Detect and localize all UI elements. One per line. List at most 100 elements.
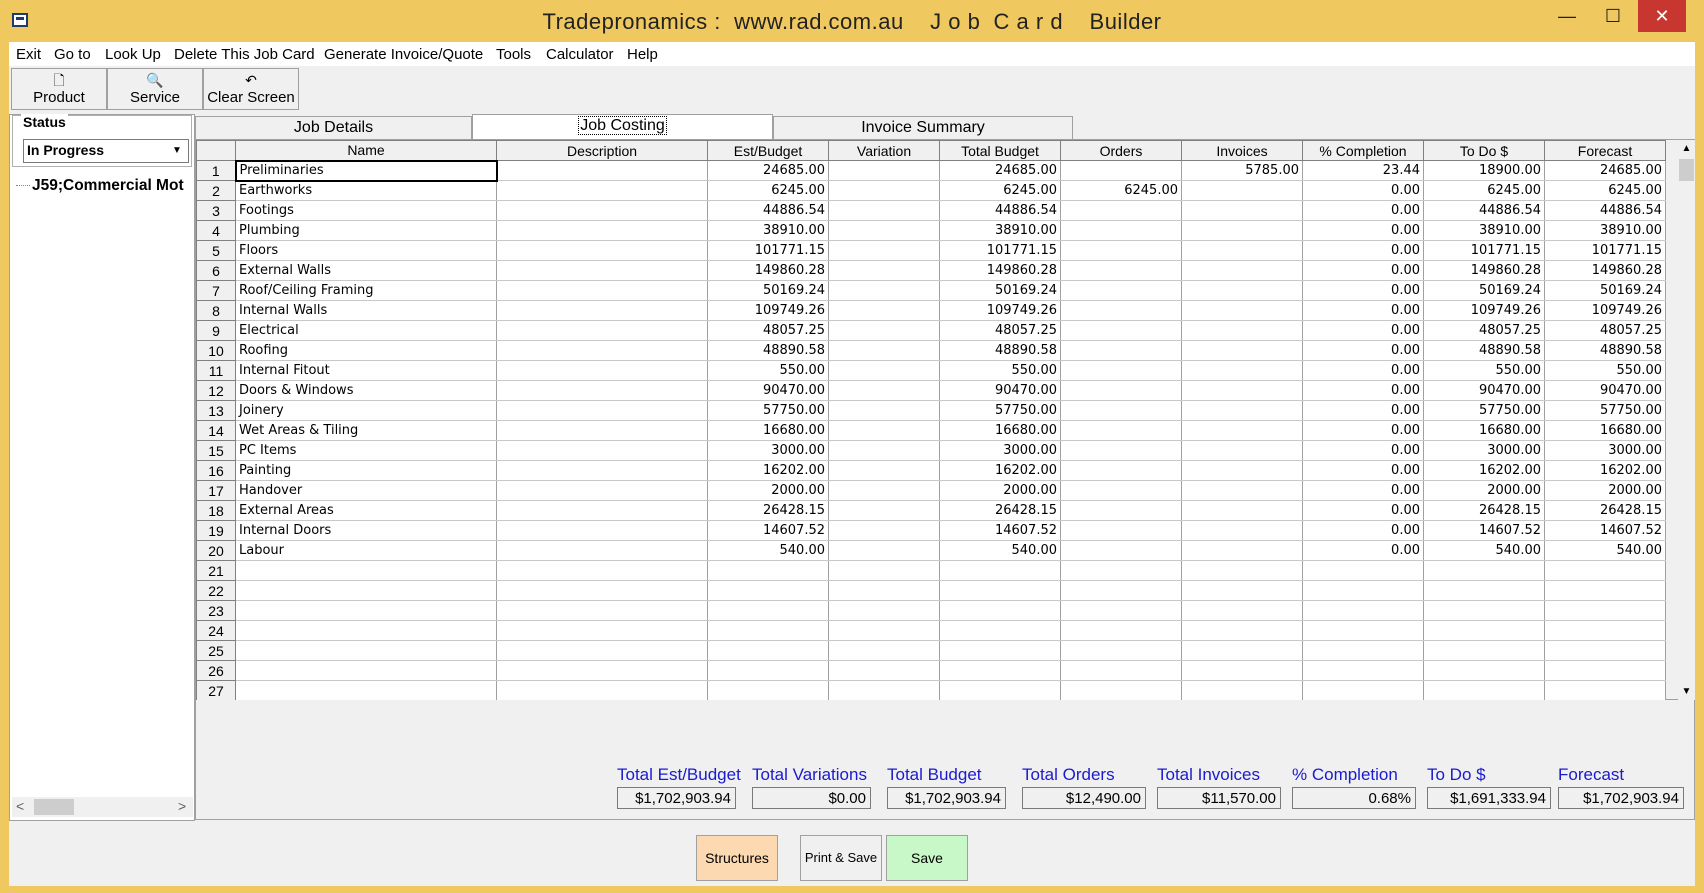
- grid-cell[interactable]: [1060, 240, 1182, 261]
- grid-cell[interactable]: 149860.28: [1544, 260, 1666, 281]
- grid-cell[interactable]: 0.00: [1302, 480, 1424, 501]
- grid-cell[interactable]: [1181, 420, 1303, 441]
- grid-cell[interactable]: Internal Doors: [235, 520, 497, 541]
- grid-cell[interactable]: [1544, 600, 1666, 621]
- grid-cell[interactable]: 90470.00: [1423, 380, 1545, 401]
- grid-cell[interactable]: [1060, 360, 1182, 381]
- grid-column-header[interactable]: Description: [496, 140, 708, 161]
- grid-cell[interactable]: [1060, 560, 1182, 581]
- grid-cell[interactable]: [1060, 320, 1182, 341]
- grid-cell[interactable]: 90470.00: [1544, 380, 1666, 401]
- grid-cell[interactable]: [1060, 220, 1182, 241]
- grid-cell[interactable]: [496, 520, 708, 541]
- grid-cell[interactable]: 6245.00: [1544, 180, 1666, 201]
- grid-cell[interactable]: 44886.54: [1423, 200, 1545, 221]
- grid-cell[interactable]: [1423, 640, 1545, 661]
- grid-cell[interactable]: 16680.00: [707, 420, 829, 441]
- grid-cell[interactable]: 0.00: [1302, 300, 1424, 321]
- grid-cell[interactable]: 0.00: [1302, 280, 1424, 301]
- grid-cell[interactable]: [1060, 480, 1182, 501]
- grid-cell[interactable]: 0.00: [1302, 460, 1424, 481]
- grid-cell[interactable]: 48057.25: [1423, 320, 1545, 341]
- table-row[interactable]: 3 Footings 44886.54 44886.54 0.00 44886.54 448…: [196, 200, 1666, 221]
- grid-cell[interactable]: 109749.26: [939, 300, 1061, 321]
- grid-cell[interactable]: [496, 640, 708, 661]
- menu-calculator[interactable]: Calculator: [546, 46, 614, 63]
- grid-cell[interactable]: 26428.15: [1544, 500, 1666, 521]
- scroll-up-icon[interactable]: ▲: [1678, 140, 1695, 157]
- grid-cell[interactable]: [1544, 580, 1666, 601]
- grid-cell[interactable]: 0.00: [1302, 320, 1424, 341]
- grid-cell[interactable]: 57750.00: [1423, 400, 1545, 421]
- print-save-button[interactable]: Print & Save: [800, 835, 882, 881]
- grid-cell[interactable]: [1060, 520, 1182, 541]
- grid-cell[interactable]: [1181, 260, 1303, 281]
- grid-cell[interactable]: [235, 660, 497, 681]
- grid-cell[interactable]: 48890.58: [707, 340, 829, 361]
- grid-cell[interactable]: [707, 600, 829, 621]
- grid-cell[interactable]: [1060, 200, 1182, 221]
- grid-cell[interactable]: [235, 640, 497, 661]
- grid-cell[interactable]: 48057.25: [707, 320, 829, 341]
- grid-cell[interactable]: 0.00: [1302, 500, 1424, 521]
- scrollbar-thumb[interactable]: [34, 799, 74, 815]
- grid-cell[interactable]: [1181, 360, 1303, 381]
- grid-cell[interactable]: [828, 440, 940, 461]
- grid-cell[interactable]: 2000.00: [1544, 480, 1666, 501]
- grid-cell[interactable]: [235, 680, 497, 701]
- grid-cell[interactable]: [707, 560, 829, 581]
- grid-cell[interactable]: [1181, 640, 1303, 661]
- grid-cell[interactable]: [828, 640, 940, 661]
- grid-cell[interactable]: 2000.00: [707, 480, 829, 501]
- grid-cell[interactable]: [1181, 320, 1303, 341]
- grid-cell[interactable]: [1181, 480, 1303, 501]
- grid-cell[interactable]: Roof/Ceiling Framing: [235, 280, 497, 301]
- grid-cell[interactable]: 540.00: [707, 540, 829, 561]
- grid-cell[interactable]: [1302, 620, 1424, 641]
- save-button[interactable]: Save: [886, 835, 968, 881]
- grid-cell[interactable]: [707, 580, 829, 601]
- costing-grid[interactable]: Name Description Est/Budget Variation Total …: [196, 140, 1666, 701]
- grid-cell[interactable]: [1060, 500, 1182, 521]
- title-bar[interactable]: Tradepronamics : www.rad.com.au J o b C …: [0, 0, 1704, 42]
- grid-cell[interactable]: 50169.24: [707, 280, 829, 301]
- grid-cell[interactable]: 0.00: [1302, 360, 1424, 381]
- table-row[interactable]: 13 Joinery 57750.00 57750.00 0.00 57750.00 577…: [196, 400, 1666, 421]
- grid-column-header[interactable]: % Completion: [1302, 140, 1424, 161]
- grid-cell[interactable]: 5785.00: [1181, 160, 1303, 181]
- tab-job-costing[interactable]: Job Costing: [472, 114, 773, 141]
- table-row[interactable]: 18 External Areas 26428.15 26428.15 0.00 2642…: [196, 500, 1666, 521]
- table-row[interactable]: 20 Labour 540.00 540.00 0.00 540.00 540.00: [196, 540, 1666, 561]
- grid-cell[interactable]: [828, 220, 940, 241]
- grid-column-header[interactable]: Forecast: [1544, 140, 1666, 161]
- grid-cell[interactable]: 44886.54: [939, 200, 1061, 221]
- grid-cell[interactable]: 44886.54: [1544, 200, 1666, 221]
- grid-cell[interactable]: [496, 340, 708, 361]
- grid-cell[interactable]: External Walls: [235, 260, 497, 281]
- grid-cell[interactable]: 6245.00: [1423, 180, 1545, 201]
- grid-cell[interactable]: Floors: [235, 240, 497, 261]
- grid-cell[interactable]: [1060, 600, 1182, 621]
- grid-cell[interactable]: [707, 640, 829, 661]
- clear-screen-button[interactable]: ↶ Clear Screen: [203, 68, 299, 110]
- table-row[interactable]: 23: [196, 600, 1666, 621]
- structures-button[interactable]: Structures: [696, 835, 778, 881]
- table-row[interactable]: 4 Plumbing 38910.00 38910.00 0.00 38910.00 389…: [196, 220, 1666, 241]
- grid-cell[interactable]: 0.00: [1302, 260, 1424, 281]
- grid-cell[interactable]: 540.00: [939, 540, 1061, 561]
- grid-cell[interactable]: 16202.00: [1544, 460, 1666, 481]
- grid-cell[interactable]: [1423, 560, 1545, 581]
- grid-cell[interactable]: 0.00: [1302, 540, 1424, 561]
- table-row[interactable]: 1 Preliminaries 24685.00 24685.00 5785.00 23.…: [196, 159, 1666, 182]
- grid-cell[interactable]: 57750.00: [707, 400, 829, 421]
- grid-cell[interactable]: 109749.26: [707, 300, 829, 321]
- grid-cell[interactable]: [1544, 680, 1666, 701]
- grid-cell[interactable]: 3000.00: [1544, 440, 1666, 461]
- grid-cell[interactable]: [939, 660, 1061, 681]
- grid-cell[interactable]: 26428.15: [707, 500, 829, 521]
- chevron-down-icon[interactable]: ▼: [169, 142, 185, 160]
- tab-job-details[interactable]: Job Details: [195, 116, 472, 140]
- grid-cell[interactable]: [1181, 380, 1303, 401]
- grid-cell[interactable]: [828, 680, 940, 701]
- grid-column-header[interactable]: Variation: [828, 140, 940, 161]
